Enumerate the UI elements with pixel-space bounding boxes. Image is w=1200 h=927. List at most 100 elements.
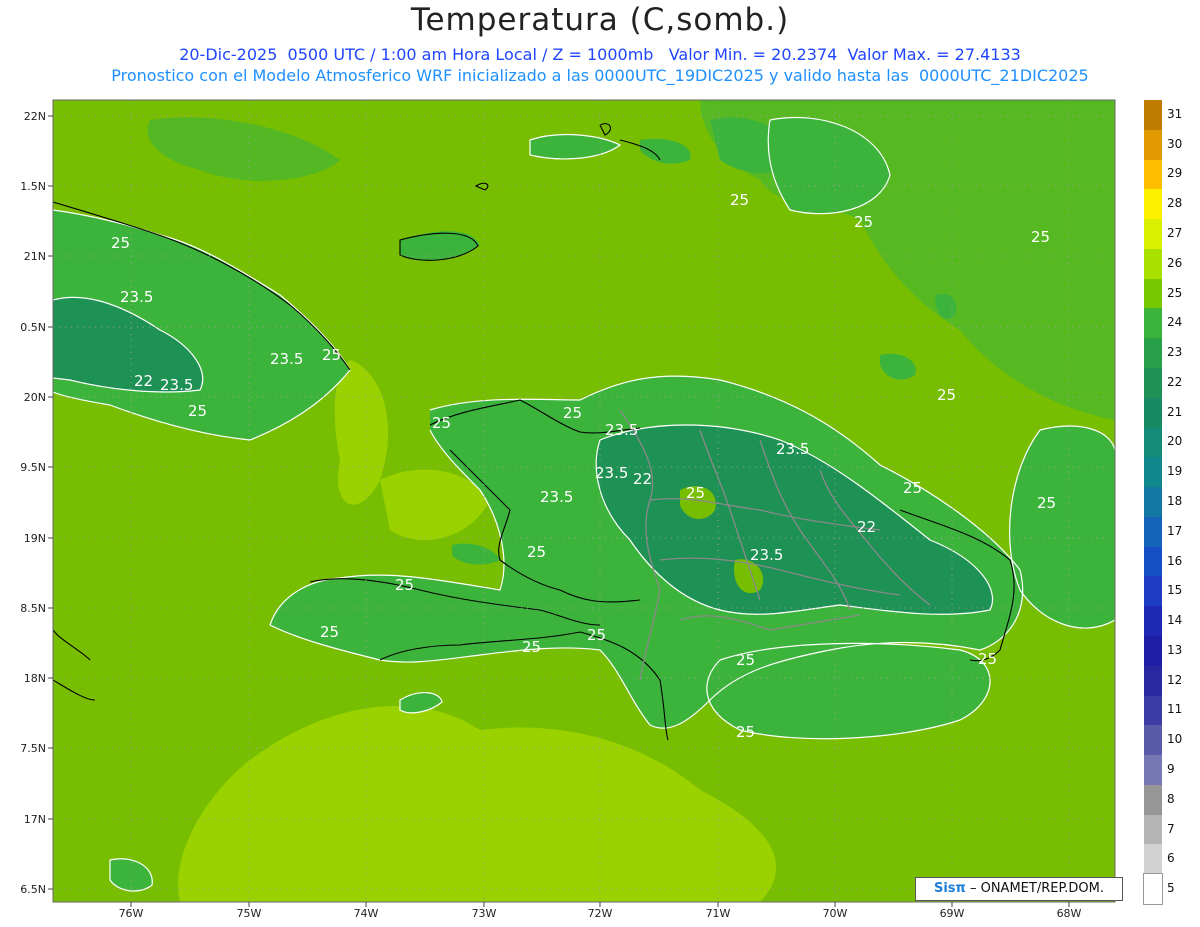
lon-label: 68W: [1057, 907, 1082, 920]
colorbar-label: 12: [1167, 672, 1183, 687]
colorbar-label: 5: [1167, 881, 1175, 896]
contour-label: 23.5: [120, 288, 153, 306]
colorbar-label: 30: [1167, 136, 1183, 151]
contour-label: 23.5: [160, 376, 193, 394]
colorbar-swatch: [1144, 665, 1162, 697]
model-info-subtitle: Pronostico con el Modelo Atmosferico WRF…: [111, 66, 1089, 85]
colorbar-swatch: [1144, 725, 1162, 756]
contour-label: 23.5: [750, 546, 783, 564]
lat-label: 21N: [24, 250, 46, 263]
colorbar-swatch: [1144, 278, 1162, 309]
lat-label: 7.5N: [20, 742, 46, 755]
colorbar-swatch: [1144, 636, 1162, 667]
colorbar-label: 23: [1167, 345, 1183, 360]
colorbar-label: 19: [1167, 464, 1183, 479]
colorbar-swatch: [1144, 338, 1162, 369]
contour-label: 25: [903, 479, 922, 497]
colorbar-swatch: [1144, 248, 1162, 280]
colorbar-swatch: [1144, 457, 1162, 488]
map-title: Temperatura (C,somb.): [410, 2, 790, 38]
lon-label: 74W: [354, 907, 379, 920]
colorbar-swatch: [1144, 189, 1162, 220]
colorbar-swatch: [1144, 546, 1162, 577]
lat-label: 6.5N: [20, 883, 46, 896]
colorbar-label: 24: [1167, 315, 1183, 330]
lat-label: 0.5N: [20, 321, 46, 334]
lat-label: 1.5N: [20, 180, 46, 193]
contour-label: 23.5: [776, 440, 809, 458]
lon-label: 70W: [823, 907, 848, 920]
contour-label: 25: [522, 638, 541, 656]
latitude-axis: 22N 1.5N 21N 0.5N 20N 9.5N 19N 8.5N 18N …: [20, 110, 46, 896]
contour-label: 25: [188, 402, 207, 420]
contour-label: 23.5: [270, 350, 303, 368]
contour-label: 22: [857, 518, 876, 536]
contour-label: 25: [686, 484, 705, 502]
lon-label: 71W: [706, 907, 731, 920]
temperature-map: 25 23.5 23.5 23.5 22 25 25 25 25 23.5 23…: [20, 99, 1116, 920]
colorbar-label: 6: [1167, 851, 1175, 866]
colorbar-label: 21: [1167, 404, 1183, 419]
colorbar-label: 25: [1167, 285, 1183, 300]
colorbar-swatch: [1144, 814, 1162, 845]
colorbar-label: 15: [1167, 583, 1183, 598]
colorbar-label: 26: [1167, 255, 1183, 270]
colorbar-label: 28: [1167, 196, 1183, 211]
contour-label: 25: [111, 234, 130, 252]
forecast-time-subtitle: 20-Dic-2025 0500 UTC / 1:00 am Hora Loca…: [179, 45, 1021, 64]
colorbar-label: 14: [1167, 613, 1183, 628]
colorbar-label: 10: [1167, 732, 1183, 747]
lon-label: 76W: [119, 907, 144, 920]
colorbar-swatch: [1144, 129, 1162, 161]
colorbar-swatch: [1144, 368, 1162, 399]
contour-label: 25: [563, 404, 582, 422]
lat-label: 18N: [24, 672, 46, 685]
colorbar-swatch: [1144, 695, 1162, 726]
colorbar-label: 9: [1167, 762, 1175, 776]
contour-label: 22: [633, 470, 652, 488]
contour-label: 22: [134, 372, 153, 390]
colorbar-label: 16: [1167, 553, 1183, 568]
colorbar-swatch: [1144, 219, 1162, 250]
contour-label: 25: [322, 346, 341, 364]
contour-label: 25: [736, 651, 755, 669]
contour-label: 23.5: [605, 421, 638, 439]
lat-label: 22N: [24, 110, 46, 123]
contour-label: 25: [432, 414, 451, 432]
colorbar-label: 31: [1167, 106, 1183, 121]
colorbar-swatch: [1144, 784, 1162, 816]
colorbar-swatch: [1144, 159, 1162, 190]
colorbar-swatch: [1144, 308, 1162, 339]
contour-label: 25: [395, 576, 414, 594]
colorbar-label: 8: [1167, 791, 1175, 806]
colorbar: [1143, 100, 1163, 906]
onamet-logo-box: Sisπ – ONAMET/REP.DOM.: [915, 877, 1123, 901]
colorbar-label: 27: [1167, 226, 1183, 240]
contour-label: 23.5: [540, 488, 573, 506]
contour-label: 25: [587, 626, 606, 644]
colorbar-swatch: [1144, 576, 1162, 607]
contour-label: 25: [937, 386, 956, 404]
lat-label: 9.5N: [20, 461, 46, 474]
colorbar-swatch: [1144, 487, 1162, 518]
colorbar-swatch: [1144, 516, 1162, 548]
contour-label: 25: [320, 623, 339, 641]
lat-label: 8.5N: [20, 602, 46, 615]
lat-label: 20N: [24, 391, 46, 404]
lon-label: 75W: [237, 907, 262, 920]
colorbar-swatch: [1144, 755, 1162, 786]
contour-label: 25: [1031, 228, 1050, 246]
colorbar-label: 17: [1167, 523, 1183, 538]
latitude-ticks: [48, 115, 53, 890]
colorbar-swatch: [1144, 606, 1162, 637]
colorbar-label: 29: [1167, 166, 1183, 181]
contour-label: 23.5: [595, 464, 628, 482]
lon-label: 69W: [940, 907, 965, 920]
colorbar-label: 20: [1167, 434, 1183, 449]
contour-label: 25: [854, 213, 873, 231]
lat-label: 19N: [24, 532, 46, 545]
longitude-axis: 76W 75W 74W 73W 72W 71W 70W 69W 68W: [119, 907, 1082, 920]
logo-text: – ONAMET/REP.DOM.: [969, 881, 1104, 896]
colorbar-label: 11: [1167, 702, 1183, 717]
colorbar-label: 22: [1167, 374, 1183, 389]
